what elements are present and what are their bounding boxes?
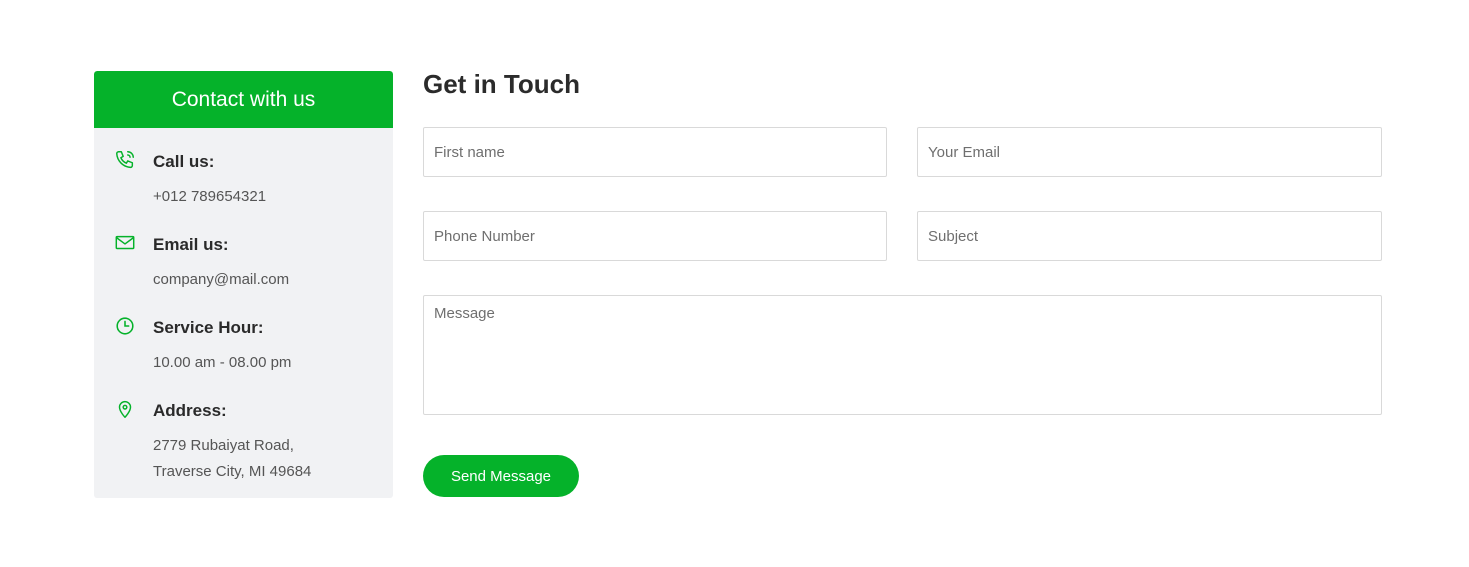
contact-section: Contact with us Call us: +012 789654321 … xyxy=(0,0,1469,567)
form-title: Get in Touch xyxy=(423,69,580,99)
mail-icon xyxy=(114,232,138,256)
first-name-input[interactable] xyxy=(423,127,887,177)
address-line-2: Traverse City, MI 49684 xyxy=(153,463,312,480)
message-textarea[interactable] xyxy=(423,295,1382,415)
contact-card-header: Contact with us xyxy=(94,71,393,128)
service-hours-value: 10.00 am - 08.00 pm xyxy=(153,354,292,371)
subject-input[interactable] xyxy=(917,211,1382,261)
clock-icon xyxy=(114,315,138,339)
contact-item-label: Email us: xyxy=(153,235,229,254)
contact-item-label: Call us: xyxy=(153,152,215,171)
email-value: company@mail.com xyxy=(153,271,290,288)
location-pin-icon xyxy=(114,398,138,422)
send-message-button[interactable]: Send Message xyxy=(423,455,579,497)
email-input[interactable] xyxy=(917,127,1382,177)
contact-item-label: Service Hour: xyxy=(153,318,264,337)
address-line-1: 2779 Rubaiyat Road, xyxy=(153,437,294,454)
phone-number-input[interactable] xyxy=(423,211,887,261)
contact-card: Contact with us Call us: +012 789654321 … xyxy=(94,71,393,498)
contact-item-label: Address: xyxy=(153,401,227,420)
phone-icon xyxy=(114,149,138,173)
phone-number-value: +012 789654321 xyxy=(153,188,267,205)
